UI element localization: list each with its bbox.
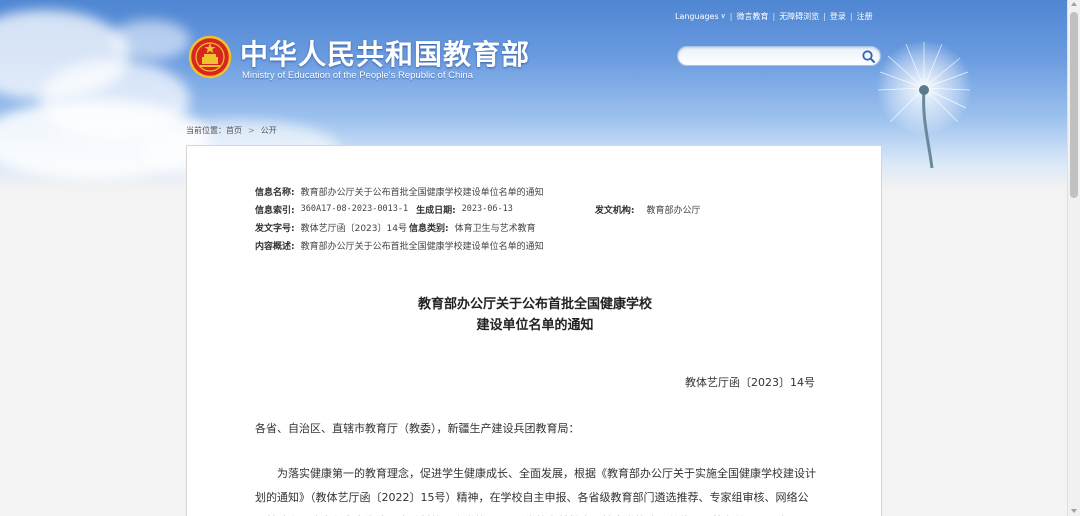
meta-label: 信息类别: <box>408 223 449 234</box>
page-scrollbar[interactable] <box>1067 0 1080 516</box>
document-title: 教育部办公厅关于公布首批全国健康学校 建设单位名单的通知 <box>187 294 883 336</box>
meta-label: 发文字号: <box>255 223 295 234</box>
breadcrumb-label: 当前位置： <box>186 126 226 135</box>
search-box <box>677 46 881 66</box>
meta-label: 生成日期: <box>416 205 456 216</box>
languages-label: Languages <box>675 11 719 21</box>
meta-value: 360A17-08-2023-0013-1 <box>300 204 409 214</box>
search-icon[interactable] <box>861 49 876 64</box>
national-emblem-icon[interactable] <box>188 35 232 81</box>
nav-separator: | <box>729 11 733 21</box>
cloud-decoration <box>110 20 190 60</box>
breadcrumb: 当前位置： 首页 > 公开 <box>186 125 277 136</box>
scroll-down-icon[interactable] <box>1071 509 1077 513</box>
document-paragraph: 为落实健康第一的教育理念，促进学生健康成长、全面发展，根据《教育部办公厅关于实施… <box>255 467 816 516</box>
dandelion-decoration <box>876 40 972 168</box>
nav-separator: | <box>823 11 826 21</box>
nav-link-register[interactable]: 注册 <box>857 11 873 22</box>
content-panel: 信息名称: 教育部办公厅关于公布首批全国健康学校建设单位名单的通知 信息索引: … <box>186 145 882 516</box>
scroll-up-icon[interactable] <box>1071 2 1077 6</box>
languages-dropdown[interactable]: Languages ∨ <box>675 12 726 21</box>
breadcrumb-home[interactable]: 首页 <box>226 125 242 136</box>
breadcrumb-current[interactable]: 公开 <box>261 125 277 136</box>
document-title-line: 教育部办公厅关于公布首批全国健康学校 <box>417 297 652 312</box>
top-nav: Languages ∨ | 微言教育 | 无障碍浏览 | 登录 | 注册 <box>675 10 873 22</box>
meta-value: 教育部办公厅关于公布首批全国健康学校建设单位名单的通知 <box>300 241 544 252</box>
info-meta-table: 信息名称: 教育部办公厅关于公布首批全国健康学校建设单位名单的通知 信息索引: … <box>255 182 701 254</box>
scrollbar-thumb[interactable] <box>1070 12 1078 198</box>
meta-label: 信息索引: <box>255 205 295 216</box>
meta-row-index: 信息索引: 360A17-08-2023-0013-1 生成日期: 2023-0… <box>255 200 701 218</box>
site-title-cn[interactable]: 中华人民共和国教育部 <box>240 33 530 73</box>
meta-row-docno: 发文字号: 教体艺厅函〔2023〕14号 信息类别: 体育卫生与艺术教育 <box>255 218 701 236</box>
meta-label: 信息名称: <box>255 187 295 198</box>
nav-link-accessibility[interactable]: 无障碍浏览 <box>779 11 819 22</box>
meta-row-name: 信息名称: 教育部办公厅关于公布首批全国健康学校建设单位名单的通知 <box>255 182 701 200</box>
meta-value: 教育部办公厅 <box>646 205 701 216</box>
site-title-en: Ministry of Education of the People's Re… <box>242 70 473 81</box>
nav-link-login[interactable]: 登录 <box>830 11 846 22</box>
nav-separator: | <box>849 11 853 21</box>
search-input[interactable] <box>686 49 856 63</box>
meta-value: 体育卫生与艺术教育 <box>454 223 536 234</box>
document-addressee: 各省、自治区、直辖市教育厅（教委），新疆生产建设兵团教育局： <box>255 422 580 435</box>
meta-value: 2023-06-13 <box>461 204 513 214</box>
meta-value: 教体艺厅函〔2023〕14号 <box>300 223 407 234</box>
meta-row-summary: 内容概述: 教育部办公厅关于公布首批全国健康学校建设单位名单的通知 <box>255 236 701 254</box>
nav-separator: | <box>772 11 776 21</box>
document-number: 教体艺厅函〔2023〕14号 <box>685 376 815 389</box>
meta-label: 内容概述: <box>255 241 295 252</box>
nav-link-weiyan[interactable]: 微言教育 <box>736 11 768 22</box>
document-title-line: 建设单位名单的通知 <box>476 318 594 333</box>
meta-value: 教育部办公厅关于公布首批全国健康学校建设单位名单的通知 <box>300 187 544 198</box>
chevron-down-icon: ∨ <box>720 12 726 20</box>
breadcrumb-separator: > <box>248 126 255 135</box>
meta-label: 发文机构: <box>594 205 635 216</box>
